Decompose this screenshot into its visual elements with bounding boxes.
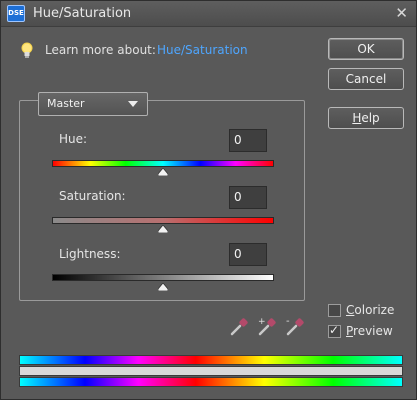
saturation-slider-thumb[interactable] (158, 225, 168, 233)
eyedropper-icon[interactable] (229, 315, 251, 337)
help-label-rest: elp (361, 111, 380, 125)
eyedropper-plus-icon[interactable]: + (257, 315, 279, 337)
lightness-input[interactable]: 0 (229, 243, 267, 266)
app-icon: DSE (7, 5, 25, 22)
help-mnemonic: H (352, 111, 362, 125)
saturation-label: Saturation: (59, 189, 126, 203)
colorize-label-rest: olorize (354, 303, 395, 317)
saturation-input[interactable]: 0 (229, 186, 267, 209)
hue-label: Hue: (59, 132, 88, 146)
help-button[interactable]: Help (328, 107, 404, 129)
preview-label-rest: review (353, 324, 393, 338)
preview-checkbox[interactable]: ✓ (328, 323, 341, 338)
output-color-spectrum (19, 377, 403, 387)
svg-text:+: + (258, 317, 266, 327)
hue-input[interactable]: 0 (229, 129, 267, 152)
colorize-label[interactable]: Colorize (346, 303, 394, 317)
channel-dropdown[interactable]: Master (38, 92, 148, 116)
dialog-title: Hue/Saturation (33, 6, 132, 21)
lightness-slider-track[interactable] (52, 274, 274, 281)
spectrum-divider (19, 366, 403, 376)
channel-dropdown-value: Master (47, 97, 85, 110)
close-icon[interactable]: ✕ (395, 4, 408, 22)
input-color-spectrum (19, 355, 403, 365)
lightness-label: Lightness: (59, 247, 121, 261)
preview-label[interactable]: Preview (346, 324, 393, 338)
lightness-slider-thumb[interactable] (158, 283, 168, 291)
preview-mnemonic: P (346, 324, 354, 338)
hue-slider-track[interactable] (52, 160, 274, 167)
svg-text:-: - (286, 316, 290, 327)
saturation-slider-track[interactable] (52, 217, 274, 224)
colorize-checkbox[interactable] (328, 304, 341, 317)
ok-button[interactable]: OK (328, 38, 404, 60)
cancel-button[interactable]: Cancel (328, 68, 404, 90)
lightbulb-icon (21, 42, 33, 58)
hue-slider-thumb[interactable] (158, 168, 168, 176)
checkmark-icon: ✓ (329, 323, 340, 337)
title-bar[interactable]: DSE Hue/Saturation ✕ (1, 1, 416, 27)
hue-saturation-dialog: DSE Hue/Saturation ✕ Learn more about: H… (0, 0, 417, 400)
chevron-down-icon (128, 101, 138, 107)
eyedropper-minus-icon[interactable]: - (285, 315, 307, 337)
learn-more-link[interactable]: Hue/Saturation (157, 43, 248, 57)
learn-more-label: Learn more about: (45, 43, 156, 57)
